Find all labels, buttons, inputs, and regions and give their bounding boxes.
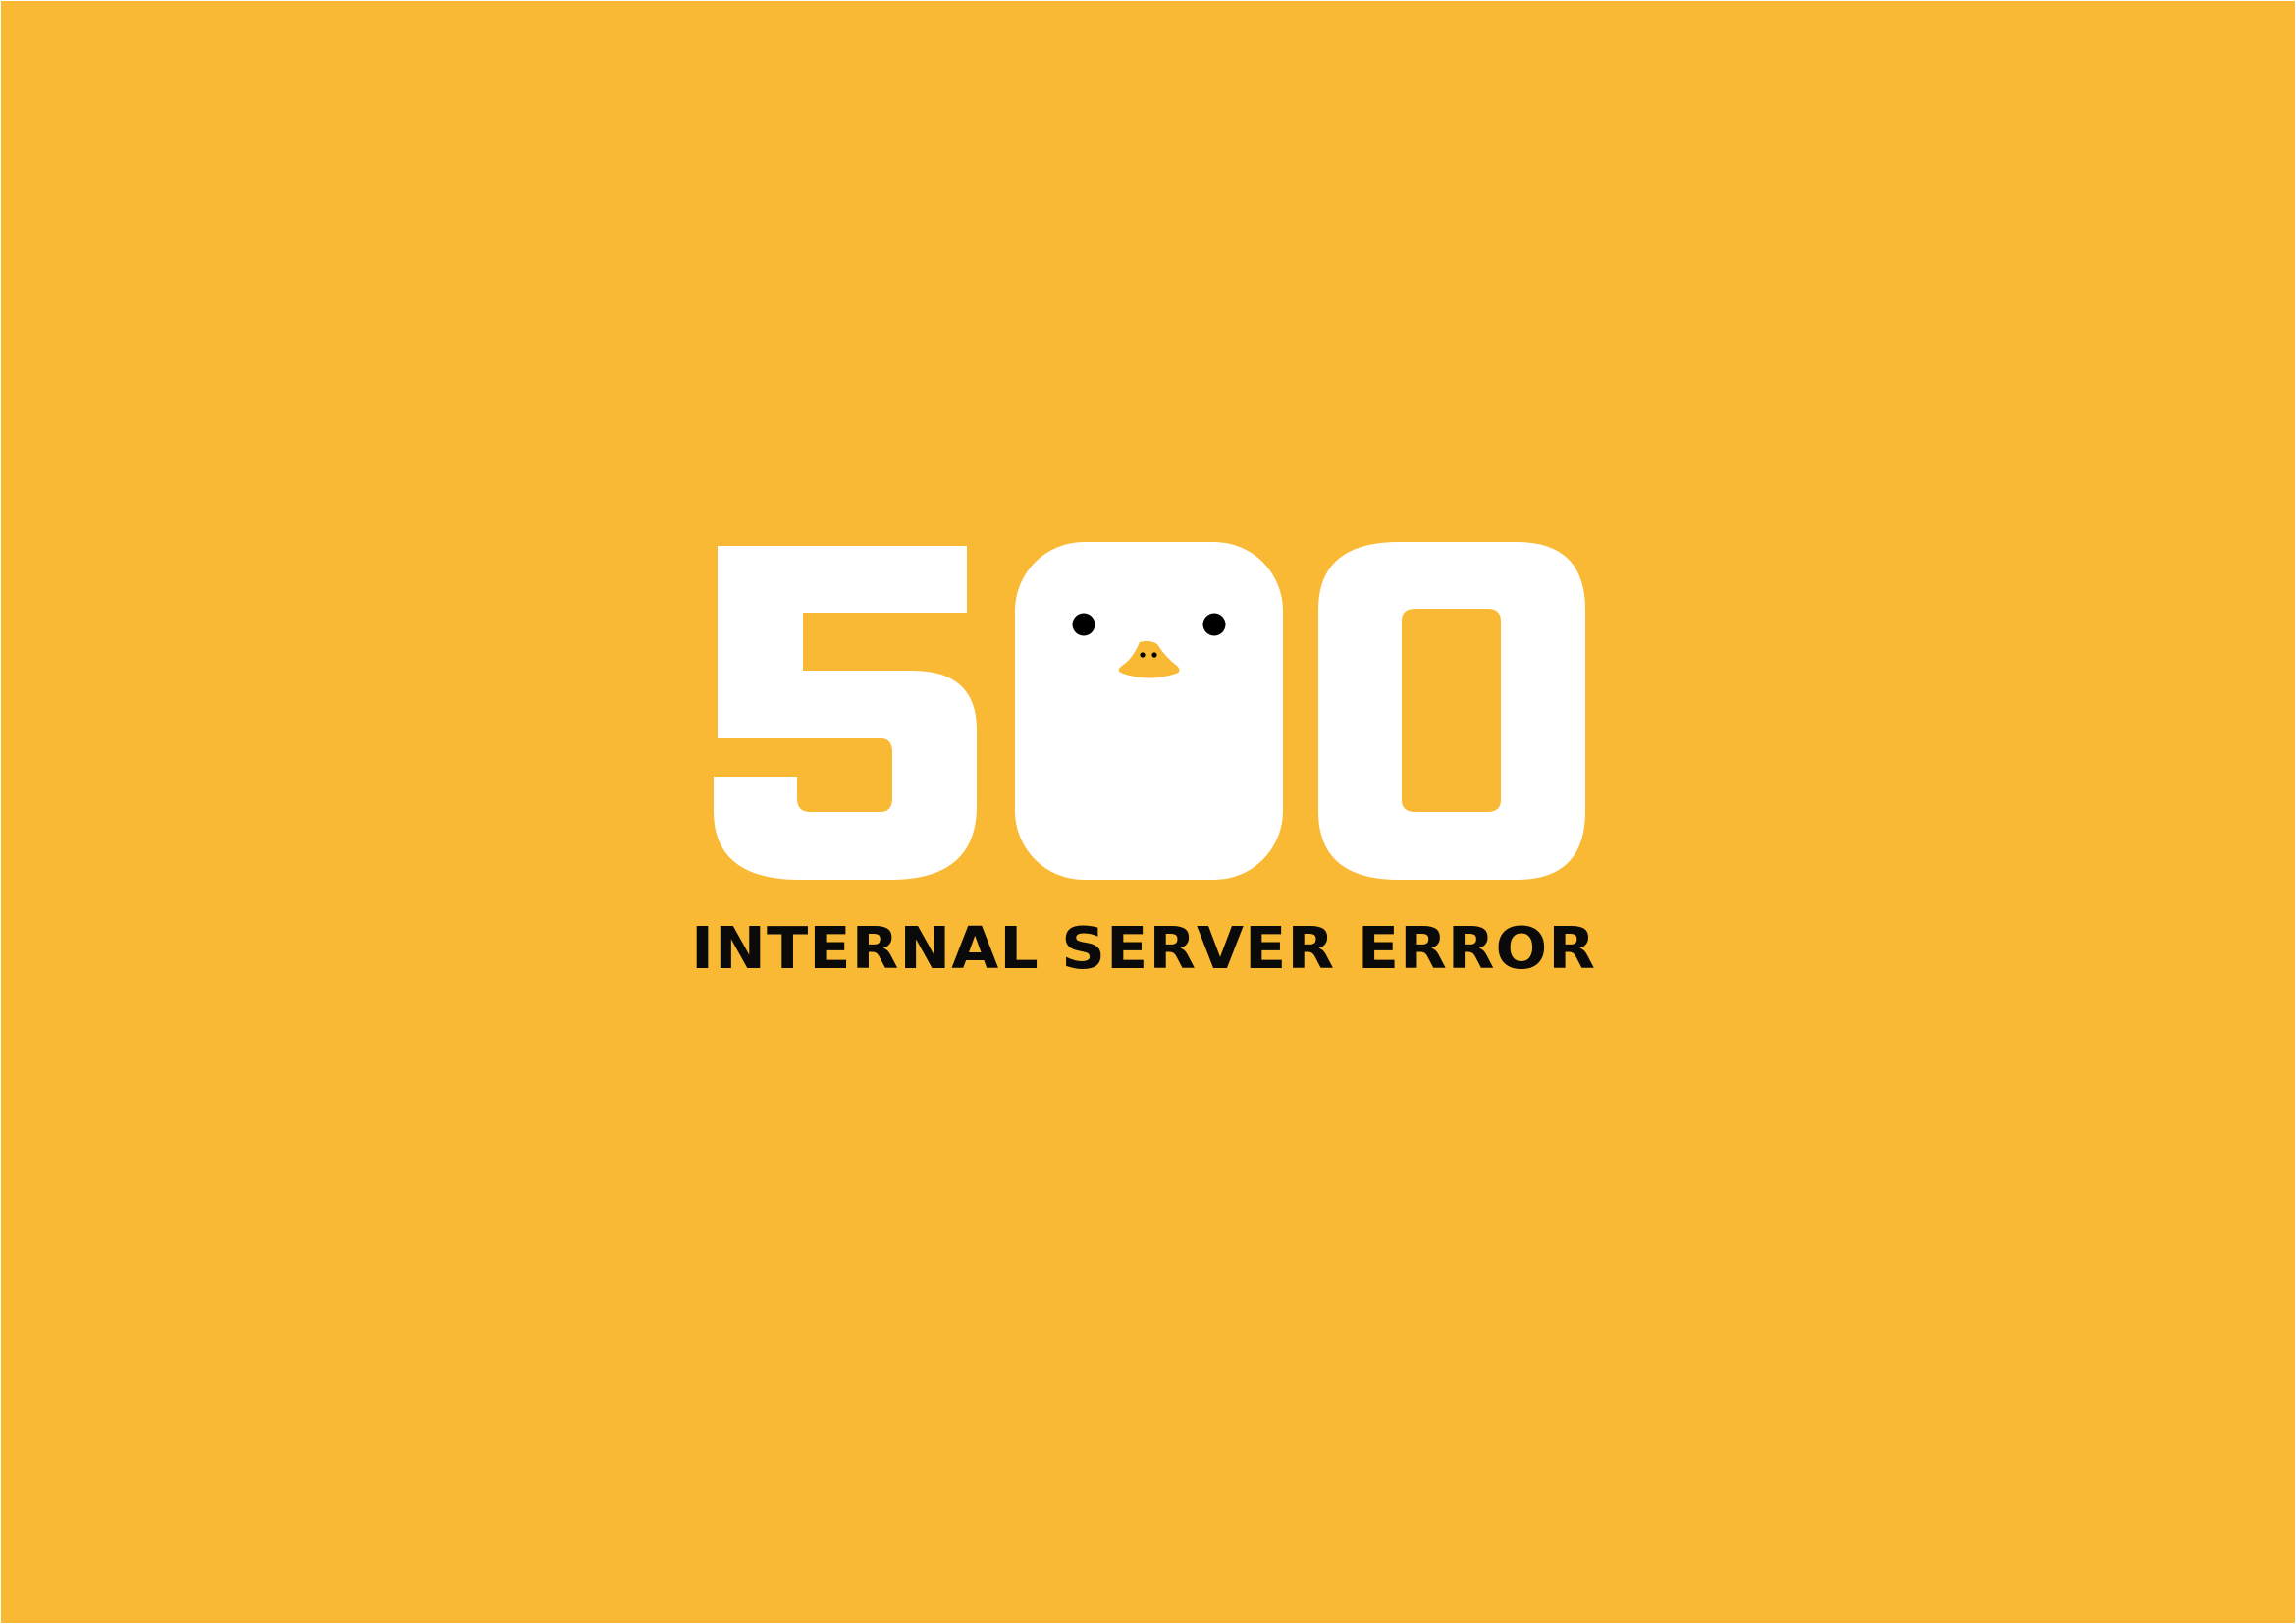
left-eye <box>1072 613 1095 636</box>
nostril-right <box>1151 652 1157 658</box>
mascot-body <box>1015 542 1283 880</box>
error-message: INTERNAL SERVER ERROR <box>691 913 1596 983</box>
digit-five <box>714 546 977 880</box>
nostril-left <box>1140 652 1146 658</box>
duck-face-icon <box>1015 542 1283 880</box>
right-eye <box>1202 613 1226 636</box>
digit-zero <box>1318 542 1585 880</box>
error-code-graphic <box>714 542 1585 880</box>
error-page: 500 INTERNAL SERVER ERROR <box>1 1 2295 1623</box>
